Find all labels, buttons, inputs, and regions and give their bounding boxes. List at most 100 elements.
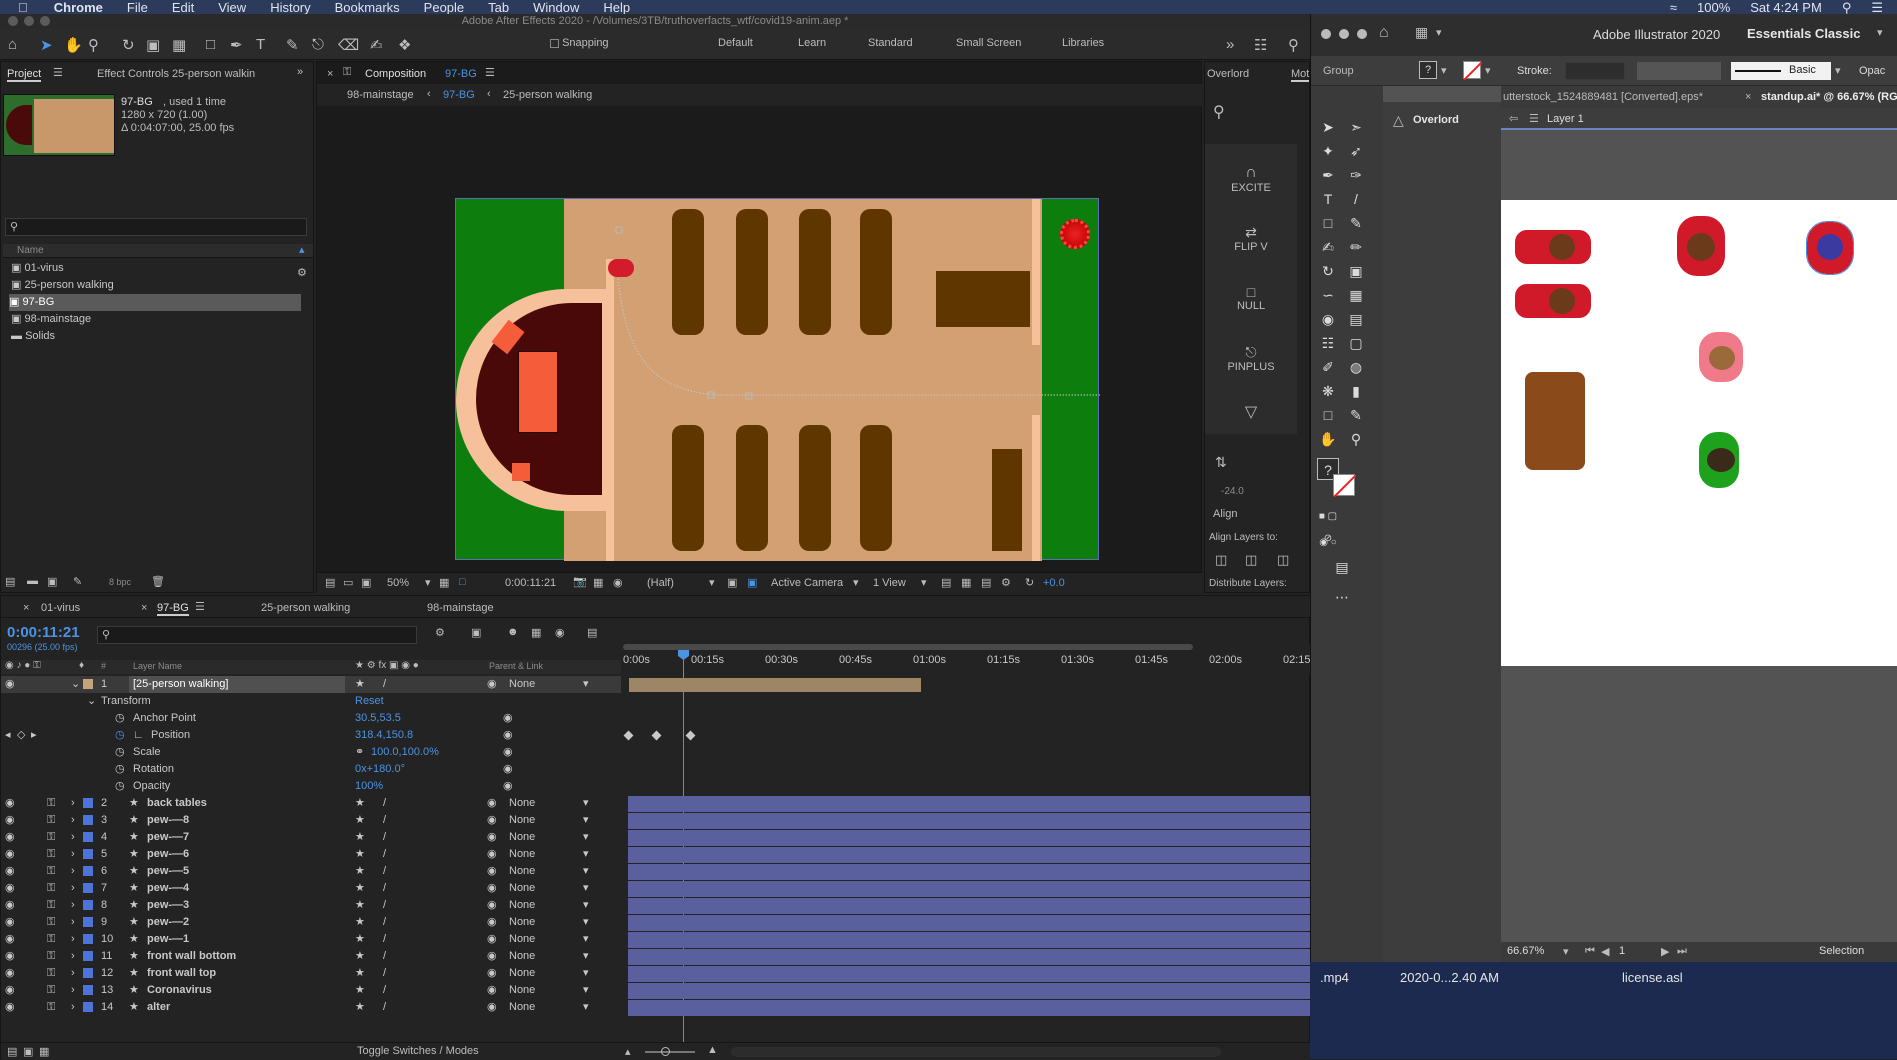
layer-name[interactable]: pew-—5 [147,863,189,880]
layer-name[interactable]: front wall top [147,965,216,982]
chevron-down-icon[interactable]: ▾ [583,812,589,829]
menu-window[interactable]: Window [533,0,579,14]
pick-whip-icon[interactable]: ◉ [487,914,497,931]
time-ruler[interactable]: 0:00s 00:15s 00:30s 00:45s 01:00s 01:15s… [623,644,1311,674]
menu-help[interactable]: Help [603,0,630,14]
chevron-down-icon[interactable]: ▾ [709,576,715,589]
quality-icon[interactable]: / [383,863,386,880]
lock-icon[interactable]: ⚿ [47,846,55,863]
table-row[interactable]: ◉ ⚿ › 13 ★ Coronavirus ★ / ◉ None ▾ [1,982,621,999]
switches-icon[interactable]: ★ ⚙ fx ▣ ◉ ● [355,660,419,671]
property-row[interactable]: ◷ Anchor Point 30.5,53.5 ◉ [1,710,621,727]
lock-icon[interactable]: ⚿ [47,829,55,846]
region-of-interest-icon[interactable]: □ [459,576,466,588]
keyframe[interactable] [651,730,662,741]
chevron-down-icon[interactable]: ▾ [583,948,589,965]
property-value[interactable]: 0x+180.0° [355,761,405,778]
quality-icon[interactable]: / [383,829,386,846]
doc-tab[interactable]: utterstock_1524889481 [Converted].eps* [1503,91,1703,103]
switch-icon[interactable]: ★ [355,931,365,948]
pick-whip-icon[interactable]: ◉ [487,982,497,999]
composition-mini-flowchart-icon[interactable]: ⚙ [435,626,445,639]
monitor-icon[interactable]: ▭ [343,576,353,589]
blend-tool-icon[interactable]: ◍ [1345,356,1367,378]
menu-file[interactable]: File [127,0,148,14]
visibility-eye-icon[interactable]: ◉ [5,846,15,863]
pick-whip-icon[interactable]: ◉ [487,863,497,880]
menu-view[interactable]: View [218,0,246,14]
puppet-pin-icon[interactable]: ❖ [398,36,411,54]
project-item[interactable]: ▣ 25-person walking [11,277,114,294]
parent-select[interactable]: None [509,948,535,965]
label-color-swatch[interactable] [83,1002,93,1012]
shape-builder-icon[interactable]: ◉ [1317,308,1339,330]
expand-arrow-icon[interactable]: › [71,795,75,812]
layer-name[interactable]: [25-person walking] [129,676,345,693]
stopwatch-icon[interactable]: ◷ [115,744,125,761]
workspace-small-screen[interactable]: Small Screen [956,37,1021,49]
overlord-icon[interactable]: △ [1393,112,1404,129]
chevron-down-icon[interactable]: ▾ [583,829,589,846]
switch-icon[interactable]: ★ [355,846,365,863]
timeline-tab[interactable]: 98-mainstage [427,602,494,614]
visibility-eye-icon[interactable]: ◉ [5,812,15,829]
property-row[interactable]: ◷ Rotation 0x+180.0° ◉ [1,761,621,778]
label-color-swatch[interactable] [83,866,93,876]
layer-name[interactable]: pew-—7 [147,829,189,846]
artboard-number[interactable]: 1 [1619,945,1625,957]
chevron-down-icon[interactable]: ▾ [1436,26,1442,39]
visibility-eye-icon[interactable]: ◉ [5,863,15,880]
sort-arrow-icon[interactable]: ▴ [299,243,305,256]
screen-mode-icon[interactable]: ▤ [1331,556,1353,578]
gradient-tool-icon[interactable]: ▢ [1345,332,1367,354]
timeline-tab[interactable]: 01-virus [41,602,80,614]
chevron-down-icon[interactable]: ▾ [921,576,927,589]
zoom-slider-handle[interactable] [661,1047,670,1056]
expression-icon[interactable]: ◉ [503,744,513,761]
menu-tab[interactable]: Tab [488,0,509,14]
next-keyframe-icon[interactable]: ▸ [31,727,37,744]
frame-blending-icon[interactable]: ▦ [531,626,541,639]
free-transform-icon[interactable]: ▦ [1345,284,1367,306]
visibility-eye-icon[interactable]: ◉ [5,982,15,999]
visibility-eye-icon[interactable]: ◉ [5,965,15,982]
quality-icon[interactable]: / [383,965,386,982]
workspace-learn[interactable]: Learn [798,37,826,49]
chevron-down-icon[interactable]: ▾ [1877,26,1883,39]
visibility-eye-icon[interactable]: ◉ [5,676,15,693]
quality-icon[interactable]: / [383,897,386,914]
exposure-value[interactable]: +0.0 [1043,577,1065,589]
layer-track-bar[interactable] [628,915,1311,931]
table-row[interactable]: ◉ ⚿ › 9 ★ pew-—2 ★ / ◉ None ▾ [1,914,621,931]
pick-whip-icon[interactable]: ◉ [487,999,497,1016]
menu-history[interactable]: History [270,0,310,14]
stroke-swatch[interactable] [1463,61,1483,81]
chevron-down-icon[interactable]: ▾ [1563,945,1569,958]
menu-app-name[interactable]: Chrome [54,0,103,14]
switch-icon[interactable]: ★ [355,965,365,982]
switch-icon[interactable]: ★ [355,982,365,999]
layer-name-column[interactable]: Layer Name [133,661,182,671]
rotate-tool-icon[interactable]: ↻ [1317,260,1339,282]
lock-icon[interactable]: ⚿ [47,965,55,982]
pick-whip-icon[interactable]: ◉ [487,829,497,846]
artboard-tool-icon[interactable]: □ [1317,404,1339,426]
label-color-swatch[interactable] [83,985,93,995]
expand-arrow-icon[interactable]: › [71,999,75,1016]
desktop-file-label[interactable]: license.asl [1622,970,1683,985]
brush-definition[interactable]: Basic [1731,62,1831,80]
funnel-icon[interactable]: ▽ [1205,402,1297,422]
show-snapshot-icon[interactable]: ▦ [593,576,603,589]
layer-name[interactable]: pew-—1 [147,931,189,948]
effect-controls-tab[interactable]: Effect Controls 25-person walkin [97,68,255,80]
align-left-icon[interactable]: ◫ [1215,552,1227,568]
toggle-switches-modes-button[interactable]: Toggle Switches / Modes [357,1045,479,1057]
close-window-button[interactable] [8,16,18,26]
parent-select[interactable]: None [509,982,535,999]
arrange-documents-icon[interactable]: ▦ [1415,24,1428,41]
visibility-eye-icon[interactable]: ◉ [5,914,15,931]
label-color-swatch[interactable] [83,815,93,825]
pick-whip-icon[interactable]: ◉ [487,931,497,948]
expression-icon[interactable]: ◉ [503,761,513,778]
chevron-down-icon[interactable]: ▾ [583,795,589,812]
